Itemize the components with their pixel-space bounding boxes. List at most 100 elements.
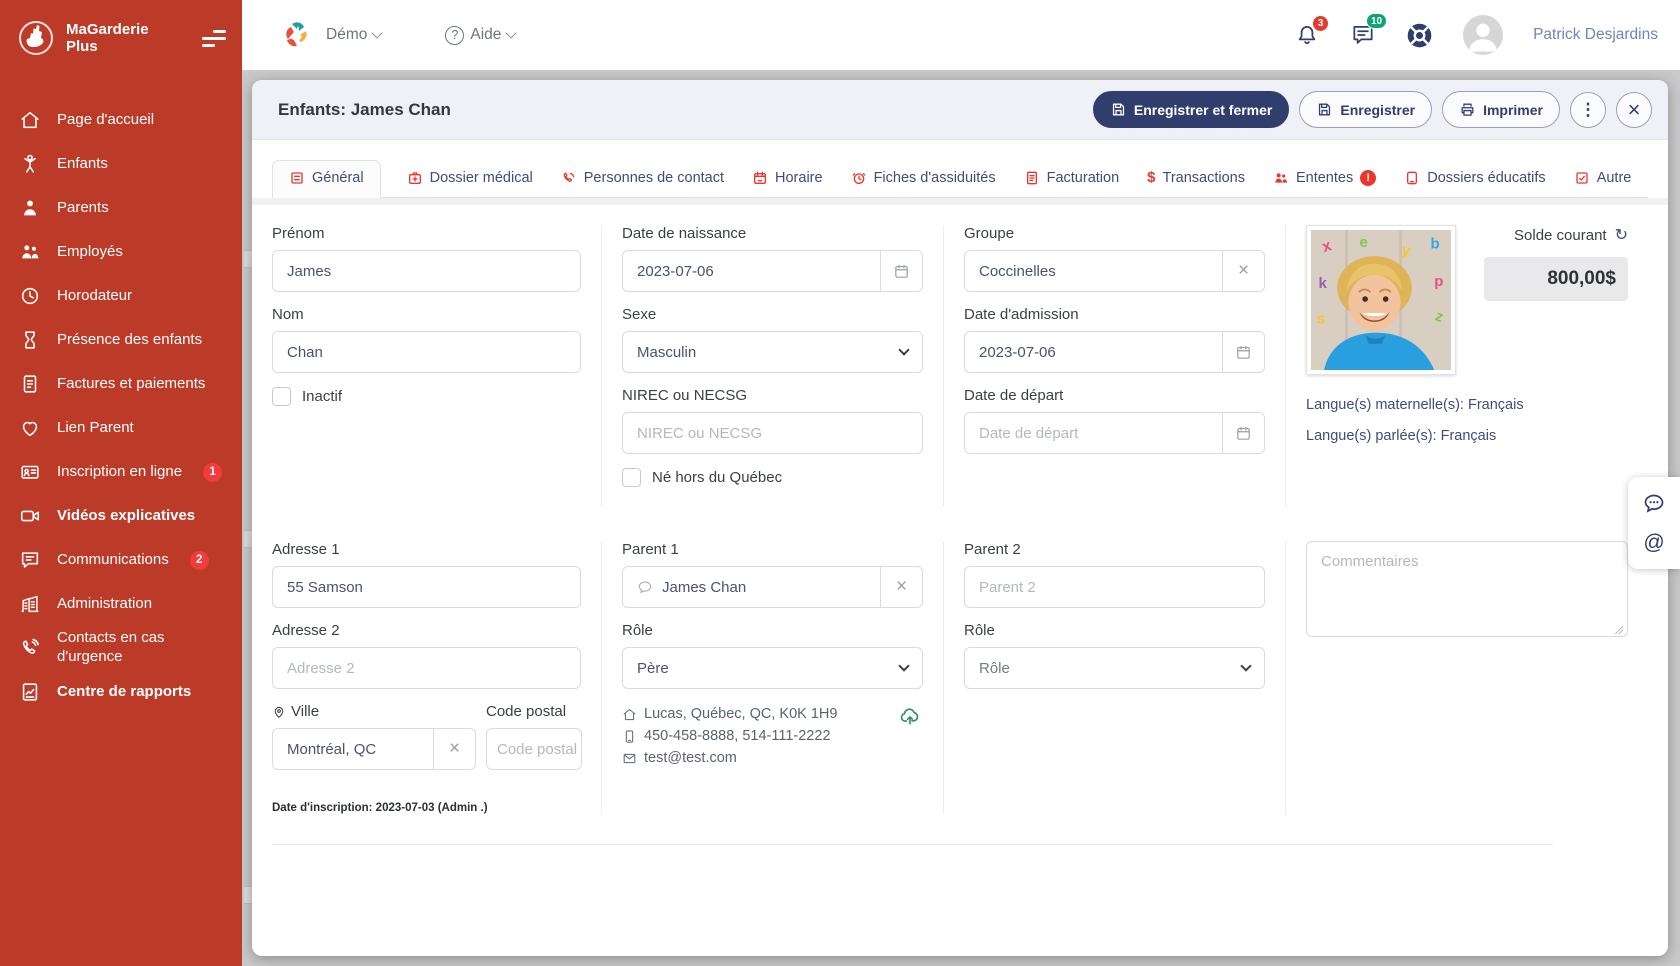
- refresh-balance-icon[interactable]: ↻: [1615, 225, 1628, 245]
- sidebar-item-horodateur[interactable]: Horodateur: [0, 274, 242, 318]
- parent2-input[interactable]: [979, 579, 1264, 596]
- ententes-alert-badge: !: [1360, 170, 1376, 186]
- code-postal-label: Code postal: [486, 703, 582, 720]
- svg-text:s: s: [1317, 310, 1325, 327]
- help-dropdown[interactable]: ? Aide: [445, 26, 515, 45]
- admission-input[interactable]: [979, 344, 1222, 361]
- save-button[interactable]: Enregistrer: [1299, 91, 1432, 128]
- sidebar-item-label: Inscription en ligne: [57, 463, 182, 482]
- tab-facturation[interactable]: Facturation: [1022, 161, 1122, 197]
- depart-input[interactable]: [979, 425, 1222, 442]
- close-button[interactable]: ×: [1616, 92, 1652, 128]
- user-name[interactable]: Patrick Desjardins: [1533, 26, 1658, 44]
- mobile-icon: [622, 729, 637, 744]
- topbar: Démo ? Aide 3 10 Patrick Desjardins: [242, 0, 1680, 70]
- sidebar-item-factures[interactable]: Factures et paiements: [0, 362, 242, 406]
- map-pin-icon: [272, 705, 286, 719]
- save-and-close-button[interactable]: Enregistrer et fermer: [1093, 91, 1290, 128]
- notifications-button[interactable]: 3: [1294, 22, 1320, 48]
- app-color-logo-icon: [278, 17, 314, 53]
- parent-icon: [18, 197, 42, 219]
- tab-ententes[interactable]: Ententes !: [1271, 161, 1378, 197]
- at-icon[interactable]: @: [1643, 531, 1664, 555]
- sidebar-item-administration[interactable]: Administration: [0, 582, 242, 626]
- dob-label: Date de naissance: [622, 225, 923, 242]
- tab-dossier-medical[interactable]: Dossier médical: [405, 161, 535, 197]
- sidebar-item-centre-rapports[interactable]: Centre de rapports: [0, 670, 242, 714]
- sidebar-item-inscription[interactable]: Inscription en ligne 1: [0, 450, 242, 494]
- tab-personnes-contact[interactable]: Personnes de contact: [559, 161, 726, 197]
- tab-horaire[interactable]: Horaire: [750, 161, 825, 197]
- tab-fiches-assiduites[interactable]: Fiches d'assiduités: [849, 161, 998, 197]
- calendar-icon[interactable]: [1222, 413, 1264, 453]
- photo-balance-column: x e y b p k z s: [1286, 225, 1648, 507]
- tab-transactions[interactable]: $ Transactions: [1145, 160, 1247, 197]
- tab-dossiers-educatifs[interactable]: Dossiers éducatifs: [1402, 161, 1547, 197]
- more-options-button[interactable]: ⋮: [1570, 92, 1606, 128]
- sidebar-item-label: Page d'accueil: [57, 111, 154, 130]
- adresse2-input[interactable]: [287, 660, 580, 677]
- sidebar-header: MaGarderie Plus: [0, 0, 242, 68]
- sidebar-item-page-accueil[interactable]: Page d'accueil: [0, 98, 242, 142]
- parent2-role-select[interactable]: Rôle: [964, 647, 1265, 689]
- tab-strip-band: [252, 198, 1668, 205]
- sidebar-collapse-button[interactable]: [202, 30, 226, 47]
- parent1-contact-info: Lucas, Québec, QC, K0K 1H9 450-458-8888,…: [622, 703, 923, 769]
- invoice-tab-icon: [1024, 170, 1040, 186]
- svg-text:k: k: [1318, 275, 1327, 292]
- clear-parent1-button[interactable]: ×: [880, 567, 922, 607]
- avatar[interactable]: [1463, 15, 1503, 55]
- inactif-checkbox[interactable]: [272, 387, 291, 406]
- sidebar-item-videos[interactable]: Vidéos explicatives: [0, 494, 242, 538]
- messages-button[interactable]: 10: [1350, 22, 1376, 48]
- parent1-input[interactable]: [662, 579, 880, 596]
- org-dropdown[interactable]: Démo: [326, 26, 381, 44]
- modal-header: Enfants: James Chan Enregistrer et ferme…: [252, 80, 1668, 140]
- child-icon: [18, 153, 42, 175]
- ville-input[interactable]: [287, 741, 433, 758]
- calendar-icon[interactable]: [1222, 332, 1264, 372]
- print-button[interactable]: Imprimer: [1442, 91, 1560, 128]
- sidebar-item-contacts-urgence[interactable]: Contacts en cas d'urgence: [0, 626, 242, 670]
- sidebar-item-label: Employés: [57, 243, 123, 262]
- tab-general[interactable]: Général: [272, 160, 381, 198]
- report-icon: [18, 681, 42, 703]
- chat-dots-icon[interactable]: [1642, 491, 1666, 515]
- prenom-input[interactable]: [287, 263, 580, 280]
- sidebar-item-label: Factures et paiements: [57, 375, 205, 394]
- child-photo[interactable]: x e y b p k z s: [1306, 225, 1456, 375]
- dob-input[interactable]: [637, 263, 880, 280]
- parent1-role-select[interactable]: Père: [622, 647, 923, 689]
- sidebar-item-enfants[interactable]: Enfants: [0, 142, 242, 186]
- nirec-input[interactable]: [637, 425, 922, 442]
- clear-groupe-button[interactable]: ×: [1222, 251, 1264, 291]
- svg-text:b: b: [1430, 236, 1439, 253]
- tab-autre[interactable]: Autre: [1572, 161, 1634, 197]
- sidebar-item-parents[interactable]: Parents: [0, 186, 242, 230]
- groupe-input[interactable]: [979, 263, 1222, 280]
- sidebar-menu: Page d'accueil Enfants Parents Employés …: [0, 98, 242, 714]
- building-icon: [18, 593, 42, 615]
- upload-cloud-icon[interactable]: [899, 705, 921, 727]
- sidebar-item-communications[interactable]: Communications 2: [0, 538, 242, 582]
- topbar-right: 3 10 Patrick Desjardins: [1294, 15, 1658, 55]
- commentaires-textarea[interactable]: [1306, 541, 1628, 637]
- sidebar-item-label: Contacts en cas d'urgence: [57, 629, 207, 667]
- ne-hors-quebec-row[interactable]: Né hors du Québec: [622, 468, 923, 487]
- nom-input[interactable]: [287, 344, 580, 361]
- sidebar-item-lien-parent[interactable]: Lien Parent: [0, 406, 242, 450]
- ne-hors-quebec-checkbox[interactable]: [622, 468, 641, 487]
- messages-badge: 10: [1366, 13, 1387, 29]
- adresse1-input[interactable]: [287, 579, 580, 596]
- parent1-role-label: Rôle: [622, 622, 923, 639]
- code-postal-input[interactable]: [497, 741, 581, 758]
- calendar-icon[interactable]: [880, 251, 922, 291]
- sexe-select[interactable]: Masculin: [622, 331, 923, 373]
- inactif-checkbox-row[interactable]: Inactif: [272, 387, 581, 406]
- parent1-email[interactable]: test@test.com: [644, 747, 737, 769]
- clear-ville-button[interactable]: ×: [433, 729, 475, 769]
- sidebar-item-employes[interactable]: Employés: [0, 230, 242, 274]
- support-button[interactable]: [1406, 22, 1433, 49]
- sidebar-item-presence[interactable]: Présence des enfants: [0, 318, 242, 362]
- comments-column: [1286, 541, 1648, 814]
